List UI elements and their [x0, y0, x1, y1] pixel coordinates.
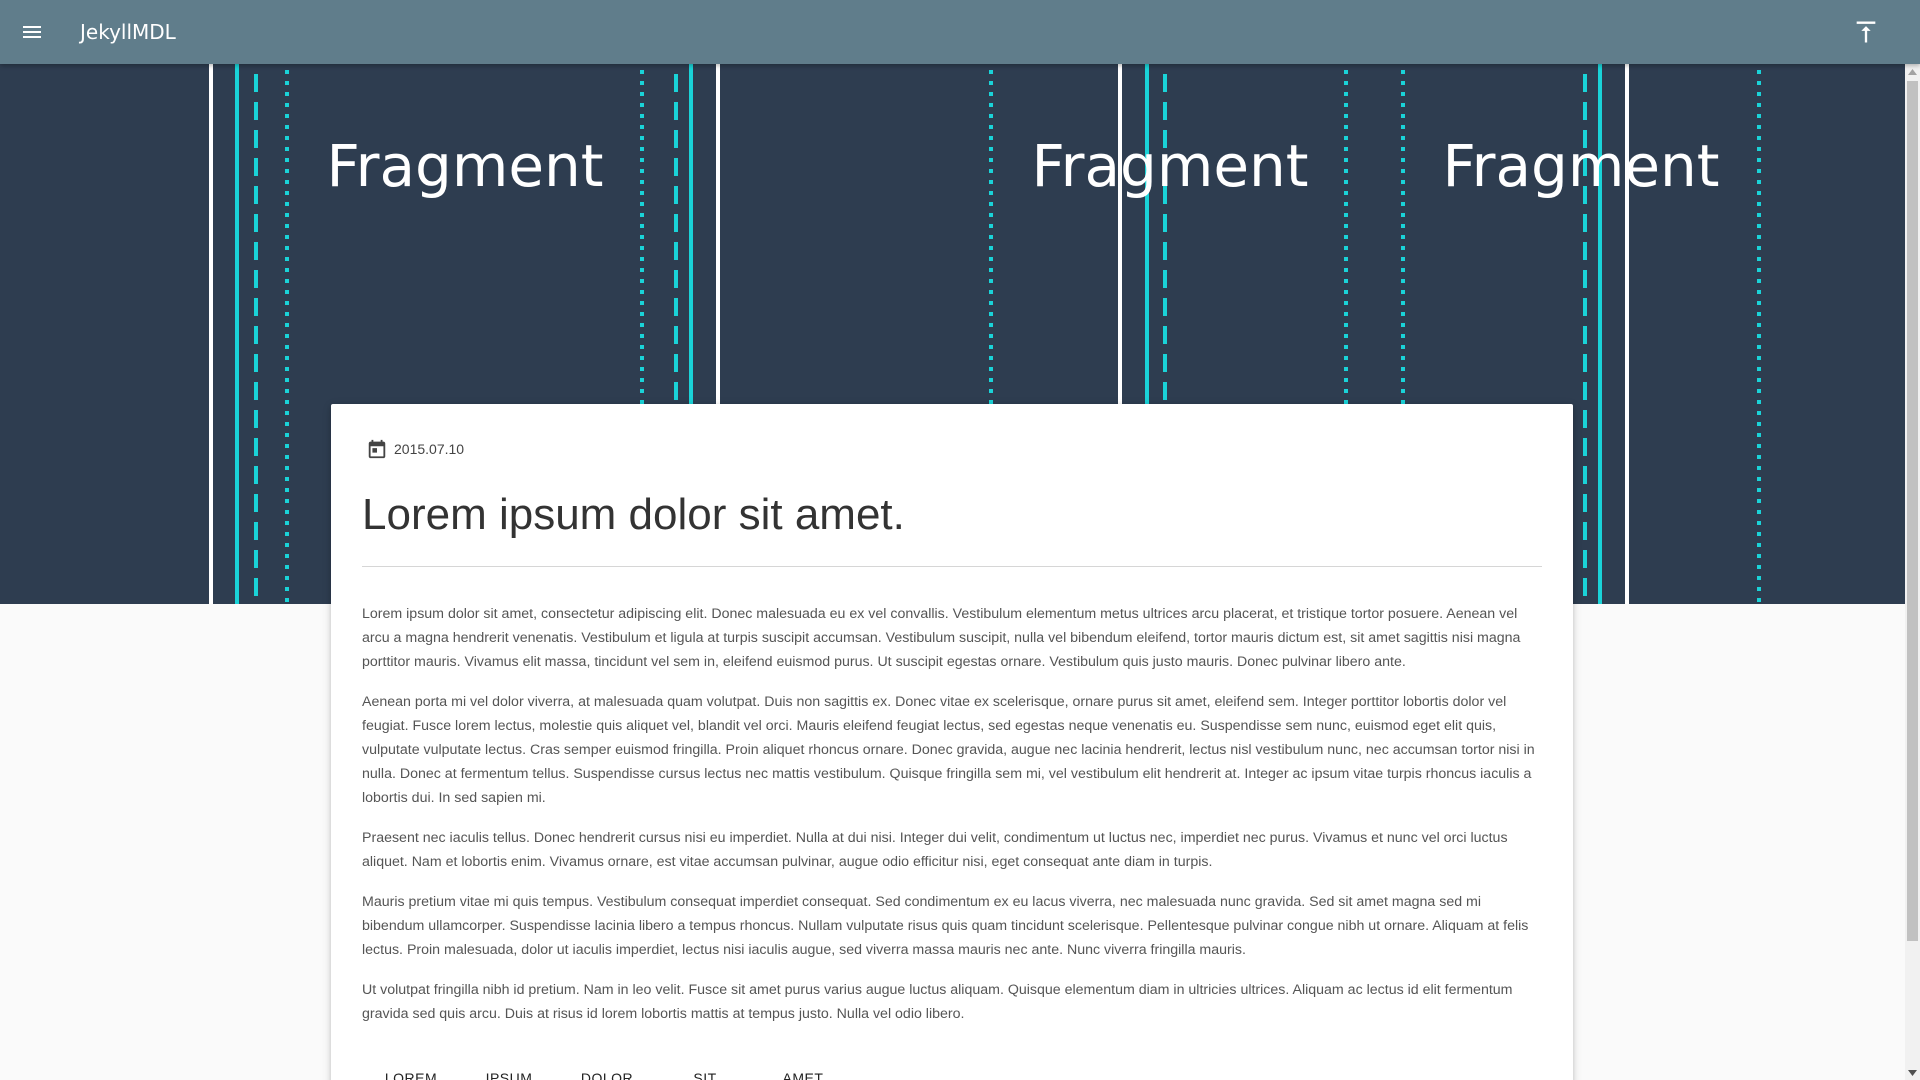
hero-label-3: Fragment	[1442, 132, 1719, 200]
post-paragraph: Lorem ipsum dolor sit amet, consectetur …	[362, 606, 1521, 670]
post-paragraph: Ut volutpat fringilla nibh id pretium. N…	[362, 982, 1513, 1022]
scrollbar-thumb[interactable]	[1907, 81, 1918, 941]
menu-icon	[23, 26, 41, 38]
tag-ipsum[interactable]: IPSUM	[460, 1070, 558, 1080]
post-date-text: 2015.07.10	[394, 441, 465, 457]
post-paragraph: Mauris pretium vitae mi quis tempus. Ves…	[362, 894, 1529, 958]
hero-label-2: Fragment	[1031, 132, 1308, 200]
post-date: 2015.07.10	[366, 438, 464, 460]
app-title: JekyllMDL	[80, 20, 176, 44]
post-tags: LOREM IPSUM DOLOR SIT AMET	[362, 1070, 962, 1080]
triangle-up-icon	[1908, 68, 1917, 75]
vertical-align-top-icon	[1856, 21, 1876, 43]
scroll-down-arrow[interactable]	[1905, 1065, 1920, 1080]
scroll-up-arrow[interactable]	[1905, 64, 1920, 79]
post-paragraph: Praesent nec iaculis tellus. Donec hendr…	[362, 830, 1508, 870]
post-title: Lorem ipsum dolor sit amet.	[362, 490, 905, 539]
calendar-icon	[368, 439, 386, 459]
tag-lorem[interactable]: LOREM	[362, 1070, 460, 1080]
tag-dolor[interactable]: DOLOR	[558, 1070, 656, 1080]
page-scrollbar[interactable]	[1905, 64, 1920, 1080]
page: Fragment Fragment Fragment 2015.07.10 Lo…	[0, 0, 1905, 1080]
tag-sit[interactable]: SIT	[656, 1070, 754, 1080]
post-paragraph: Aenean porta mi vel dolor viverra, at ma…	[362, 694, 1535, 806]
post-body: Lorem ipsum dolor sit amet, consectetur …	[362, 602, 1542, 1042]
triangle-down-icon	[1908, 1069, 1917, 1076]
tag-amet[interactable]: AMET	[754, 1070, 852, 1080]
app-bar: JekyllMDL	[0, 0, 1920, 64]
post-card: 2015.07.10 Lorem ipsum dolor sit amet. L…	[331, 404, 1573, 1080]
title-divider	[362, 566, 1542, 567]
hero-label-1: Fragment	[326, 132, 603, 200]
scroll-to-top-button[interactable]	[1852, 18, 1880, 46]
menu-button[interactable]	[20, 20, 44, 44]
